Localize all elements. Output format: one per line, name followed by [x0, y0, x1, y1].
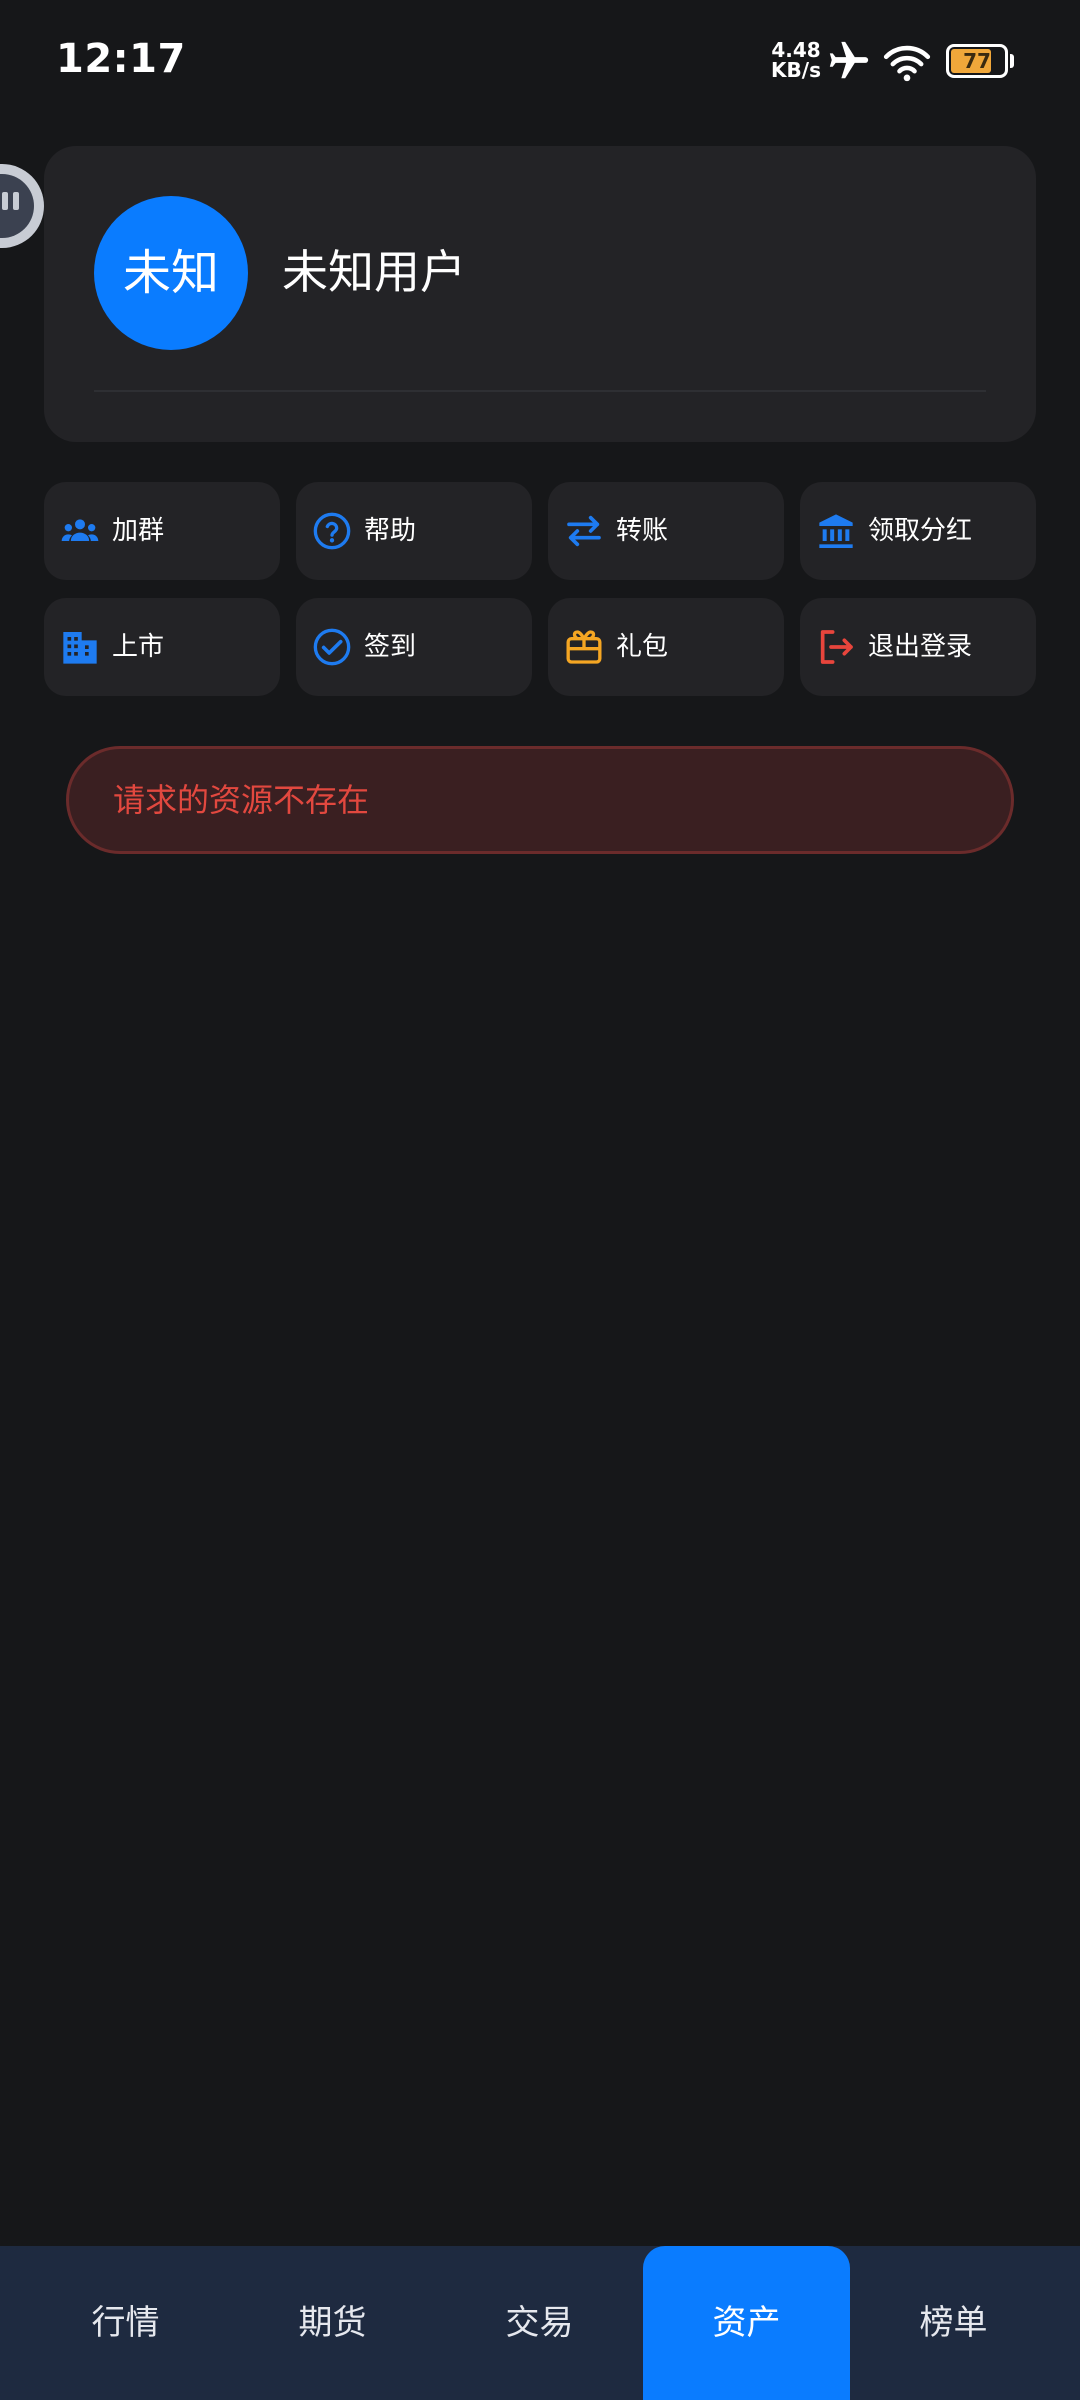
action-label: 转账	[616, 516, 669, 546]
action-help-button[interactable]: 帮助	[296, 482, 532, 580]
transfer-icon	[567, 515, 601, 547]
action-list-company-button[interactable]: 上市	[44, 598, 280, 696]
gift-icon	[566, 630, 602, 664]
battery-tip	[1010, 54, 1014, 68]
error-message: 请求的资源不存在	[113, 781, 370, 819]
battery-icon: 77	[946, 44, 1014, 78]
status-time: 12:17	[56, 36, 186, 82]
action-check-in-button[interactable]: 签到	[296, 598, 532, 696]
action-label: 签到	[364, 632, 417, 662]
action-label: 领取分红	[868, 516, 973, 546]
action-gift-pack-button[interactable]: 礼包	[548, 598, 784, 696]
error-banner: 请求的资源不存在	[66, 746, 1014, 854]
action-label: 加群	[112, 516, 165, 546]
action-claim-dividend-button[interactable]: 领取分红	[800, 482, 1036, 580]
nav-tab-market[interactable]: 行情	[22, 2246, 229, 2400]
help-icon	[313, 512, 351, 550]
action-label: 上市	[112, 632, 165, 662]
action-label: 帮助	[364, 516, 417, 546]
wifi-icon	[883, 45, 931, 82]
nav-tab-trade[interactable]: 交易	[436, 2246, 643, 2400]
check-circle-icon	[313, 628, 351, 666]
pause-icon	[2, 192, 22, 220]
floating-assistant-button[interactable]	[0, 164, 44, 248]
network-speed-value: 4.48	[771, 38, 821, 62]
profile-divider	[94, 390, 986, 392]
group-icon	[61, 519, 99, 541]
avatar[interactable]: 未知	[94, 196, 248, 350]
action-label: 退出登录	[868, 632, 973, 662]
nav-tab-futures[interactable]: 期货	[229, 2246, 436, 2400]
action-label: 礼包	[616, 632, 669, 662]
network-speed: 4.48 KB/s	[768, 40, 824, 80]
action-logout-button[interactable]: 退出登录	[800, 598, 1036, 696]
action-transfer-button[interactable]: 转账	[548, 482, 784, 580]
building-icon	[63, 632, 97, 664]
assets-screen: 12:17 4.48 KB/s 77 未知 未知用户 加群 帮助 转账 领取分红…	[0, 0, 1080, 2400]
action-join-group-button[interactable]: 加群	[44, 482, 280, 580]
status-bar: 12:17 4.48 KB/s 77	[0, 0, 1080, 120]
battery-level: 77	[963, 49, 991, 73]
airplane-icon	[829, 41, 869, 79]
network-speed-unit: KB/s	[771, 58, 821, 82]
nav-tab-assets[interactable]: 资产	[643, 2246, 850, 2400]
logout-icon	[820, 630, 853, 664]
nav-tab-leaderboard[interactable]: 榜单	[850, 2246, 1057, 2400]
bottom-nav: 行情 期货 交易 资产 榜单	[0, 2246, 1080, 2400]
bank-icon	[819, 514, 853, 548]
user-name: 未知用户	[282, 245, 466, 299]
profile-card: 未知 未知用户	[44, 146, 1036, 442]
